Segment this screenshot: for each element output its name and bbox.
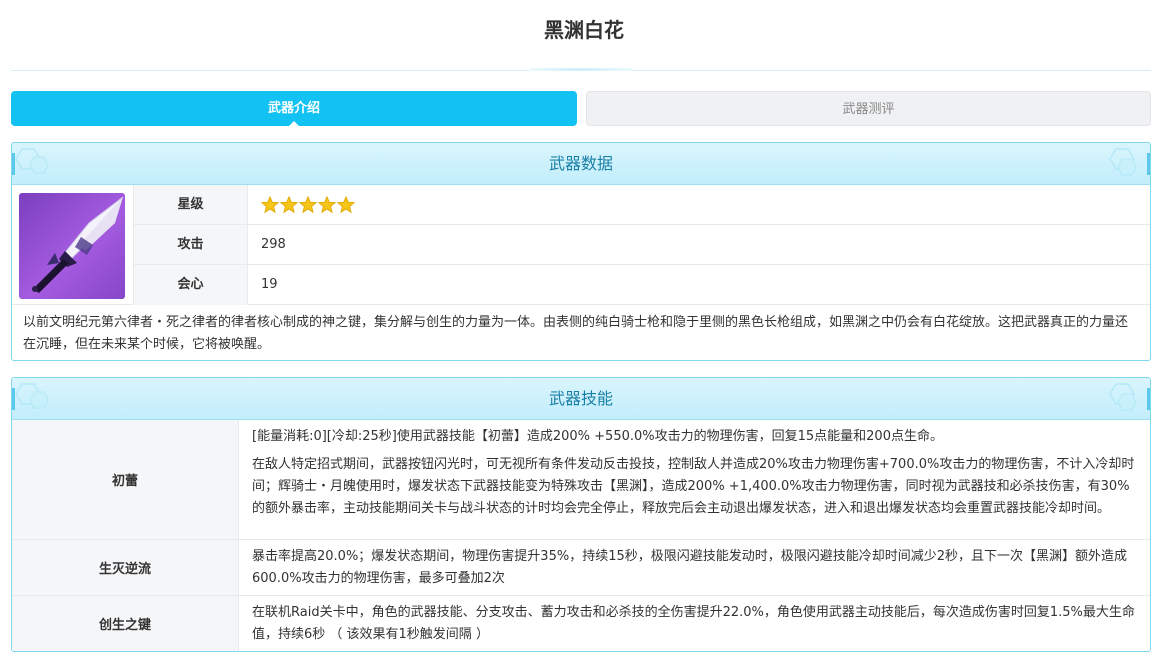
hexagon-decor-icon (1109, 148, 1137, 176)
skill-paragraph: 在敌人特定招式期间，武器按钮闪光时，可无视所有条件发动反击投技，控制敌人并造成2… (252, 457, 1135, 516)
tab-weapon-intro[interactable]: 武器介绍 (11, 91, 577, 127)
skill-name: 初蕾 (12, 420, 239, 539)
attack-value: 298 (261, 237, 286, 252)
skill-row: 创生之键 在联机Raid关卡中，角色的武器技能、分支攻击、蓄力攻击和必杀技的全伤… (12, 596, 1150, 651)
hexagon-decor-icon (1109, 383, 1137, 411)
page-title: 黑渊白花 (544, 18, 624, 42)
tab-bar: 武器介绍 武器测评 (11, 91, 1151, 127)
attack-label: 攻击 (133, 225, 248, 264)
weapon-skills-header: 武器技能 (12, 378, 1150, 420)
stat-row-crit: 会心 19 (133, 265, 1150, 305)
rarity-stars (261, 185, 1150, 225)
stat-row-attack: 攻击 298 (133, 225, 1150, 265)
tab-weapon-review[interactable]: 武器测评 (586, 91, 1151, 126)
crit-value: 19 (261, 277, 278, 292)
rarity-label: 星级 (133, 185, 248, 224)
weapon-skills-heading: 武器技能 (548, 389, 613, 408)
weapon-stats-block: 星级 攻击 298 会心 19 (12, 185, 1150, 305)
star-icon (261, 196, 279, 214)
star-icon (299, 196, 317, 214)
weapon-data-heading: 武器数据 (548, 154, 613, 173)
header-edge-right (1147, 388, 1150, 410)
skill-paragraph: 暴击率提高20.0%；爆发状态期间，物理伤害提升35%，持续15秒，极限闪避技能… (252, 549, 1128, 586)
weapon-image (19, 193, 125, 299)
skill-paragraph: [能量消耗:0][冷却:25秒]使用武器技能【初蕾】造成200% +550.0%… (252, 429, 943, 444)
skill-paragraph: 在联机Raid关卡中，角色的武器技能、分支攻击、蓄力攻击和必杀技的全伤害提升22… (252, 605, 1135, 642)
star-icon (337, 196, 355, 214)
weapon-stat-table: 星级 攻击 298 会心 19 (133, 185, 1150, 305)
star-icon (280, 196, 298, 214)
skill-description: 在联机Raid关卡中，角色的武器技能、分支攻击、蓄力攻击和必杀技的全伤害提升22… (239, 596, 1150, 651)
skill-name: 创生之键 (12, 596, 239, 651)
star-icon (318, 196, 336, 214)
hexagon-decor-icon (15, 148, 48, 174)
crit-label: 会心 (133, 265, 248, 305)
skill-description: 暴击率提高20.0%；爆发状态期间，物理伤害提升35%，持续15秒，极限闪避技能… (239, 540, 1150, 595)
rarity-value (248, 185, 1150, 224)
skill-row: 初蕾 [能量消耗:0][冷却:25秒]使用武器技能【初蕾】造成200% +550… (12, 420, 1150, 540)
lance-icon (32, 196, 124, 293)
weapon-data-panel: 武器数据 星级 攻击 298 会心 19 以前文明纪元第六律者・死之律者的律者核… (11, 142, 1151, 361)
skill-row: 生灭逆流 暴击率提高20.0%；爆发状态期间，物理伤害提升35%，持续15秒，极… (12, 540, 1150, 596)
weapon-data-header: 武器数据 (12, 143, 1150, 185)
stat-row-rarity: 星级 (133, 185, 1150, 225)
skill-description: [能量消耗:0][冷却:25秒]使用武器技能【初蕾】造成200% +550.0%… (239, 420, 1150, 539)
skill-name: 生灭逆流 (12, 540, 239, 595)
hexagon-decor-icon (15, 383, 48, 409)
weapon-skills-panel: 武器技能 初蕾 [能量消耗:0][冷却:25秒]使用武器技能【初蕾】造成200%… (11, 377, 1151, 652)
header-edge-right (1147, 153, 1150, 175)
weapon-description: 以前文明纪元第六律者・死之律者的律者核心制成的神之键，集分解与创生的力量为一体。… (23, 315, 1129, 352)
title-divider-accent (530, 68, 632, 71)
